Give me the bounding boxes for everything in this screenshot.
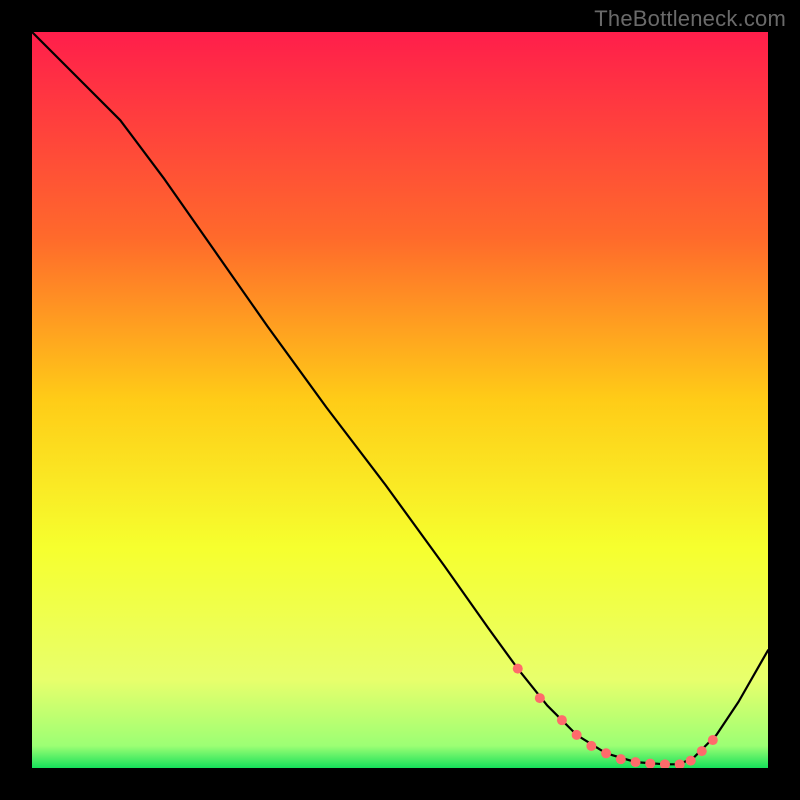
trough-marker	[631, 757, 641, 767]
trough-marker	[708, 735, 718, 745]
trough-marker	[572, 730, 582, 740]
trough-marker	[513, 664, 523, 674]
watermark-text: TheBottleneck.com	[594, 6, 786, 32]
trough-marker	[697, 746, 707, 756]
trough-marker	[557, 715, 567, 725]
trough-marker	[535, 693, 545, 703]
trough-marker	[616, 754, 626, 764]
chart-stage: TheBottleneck.com	[0, 0, 800, 800]
trough-marker	[601, 748, 611, 758]
chart-background	[32, 32, 768, 768]
trough-marker	[586, 741, 596, 751]
trough-marker	[686, 756, 696, 766]
chart-plot	[32, 32, 768, 768]
